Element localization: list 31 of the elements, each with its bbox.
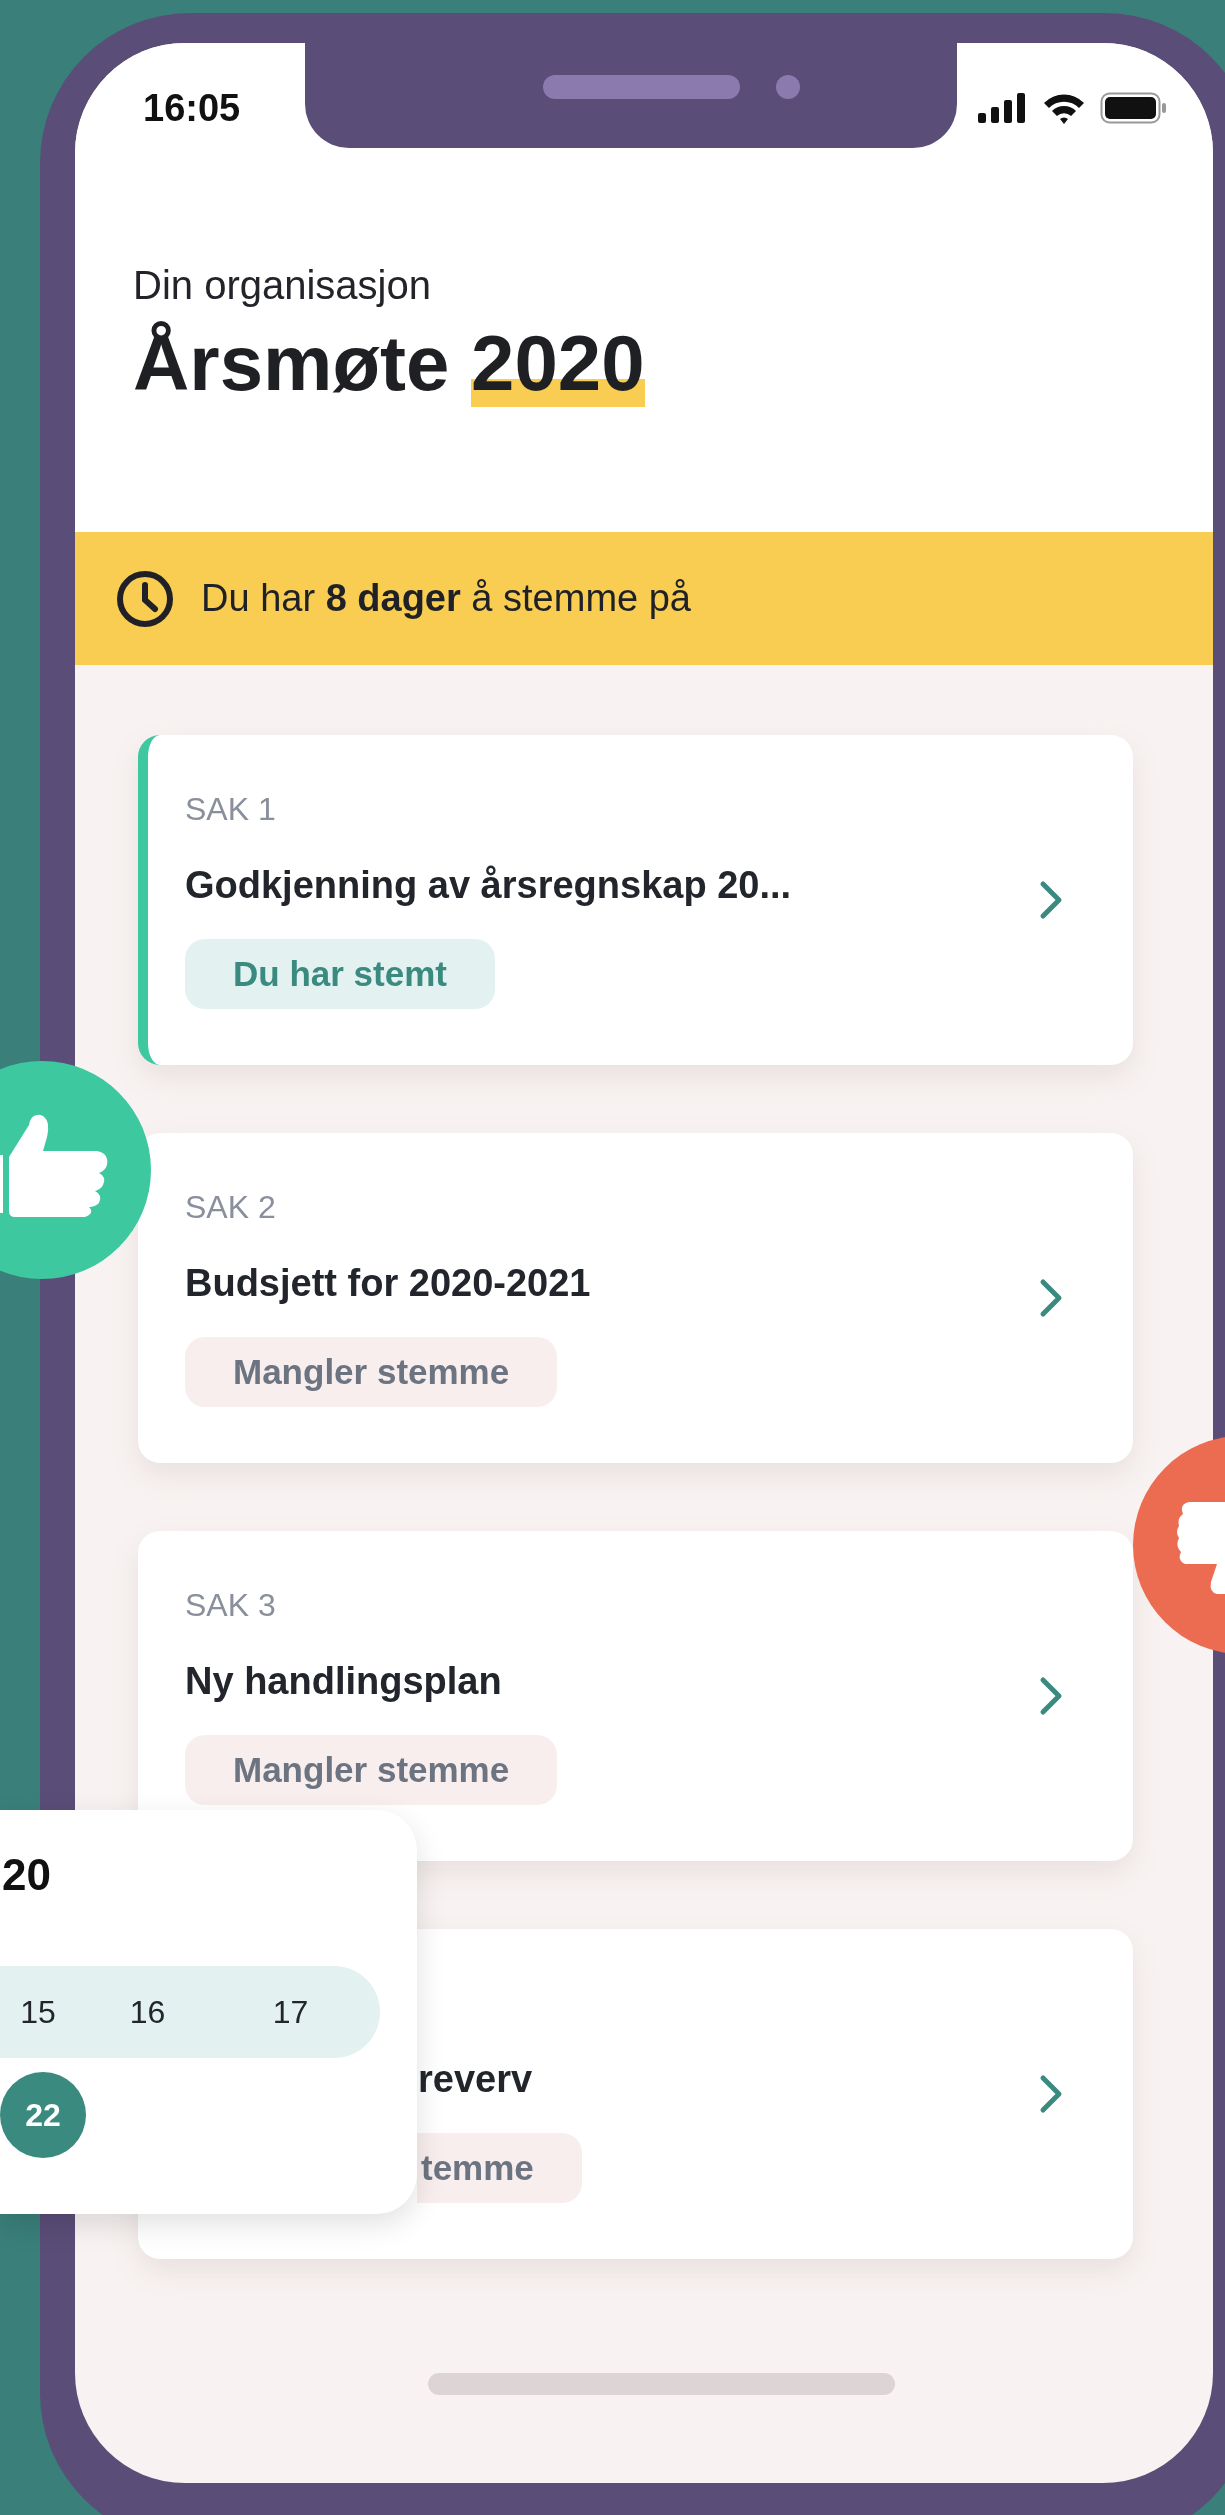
vote-status-tag: Mangler stemme <box>185 1337 558 1407</box>
calendar-heading: 20 <box>1 1850 52 1901</box>
thumbs-down-icon <box>1175 1502 1225 1594</box>
calendar-day[interactable]: 15 <box>0 1993 76 2031</box>
chevron-right-icon <box>1039 2074 1063 2114</box>
case-title: Ny handlingsplan <box>185 1660 502 1703</box>
case-number: SAK 3 <box>185 1587 276 1624</box>
case-card[interactable]: SAK 3 Ny handlingsplan Mangler stemme <box>138 1531 1133 1861</box>
vote-status-tag: Mangler stemme <box>185 1735 558 1805</box>
signal-icon <box>978 93 1028 123</box>
calendar-day[interactable]: 17 <box>219 1993 362 2031</box>
clock-icon <box>115 568 175 629</box>
case-card[interactable]: SAK 2 Budsjett for 2020-2021 Mangler stemme <box>138 1133 1133 1463</box>
organisation-name: Din organisasjon <box>133 263 432 308</box>
chevron-right-icon <box>1039 880 1063 920</box>
vote-status-tag: temme <box>417 2133 582 2203</box>
case-title: Godkjenning av årsregnskap 20... <box>185 864 792 907</box>
status-time: 16:05 <box>143 86 241 130</box>
chevron-right-icon <box>1039 1676 1063 1716</box>
case-title: Budsjett for 2020-2021 <box>185 1262 591 1305</box>
battery-icon <box>1100 92 1168 124</box>
camera-dot <box>776 75 800 99</box>
deadline-text: Du har 8 dager å stemme på <box>201 577 691 620</box>
chevron-right-icon <box>1039 1278 1063 1318</box>
case-number: SAK 1 <box>185 791 276 828</box>
case-title: reverv <box>418 2058 533 2101</box>
case-number: SAK 2 <box>185 1189 276 1226</box>
vote-status-tag: Du har stemt <box>185 939 495 1009</box>
wifi-icon <box>1042 92 1086 124</box>
case-card[interactable]: SAK 1 Godkjenning av årsregnskap 20... Du har stemt <box>138 735 1133 1065</box>
calendar-day[interactable]: 22 <box>0 2072 86 2158</box>
